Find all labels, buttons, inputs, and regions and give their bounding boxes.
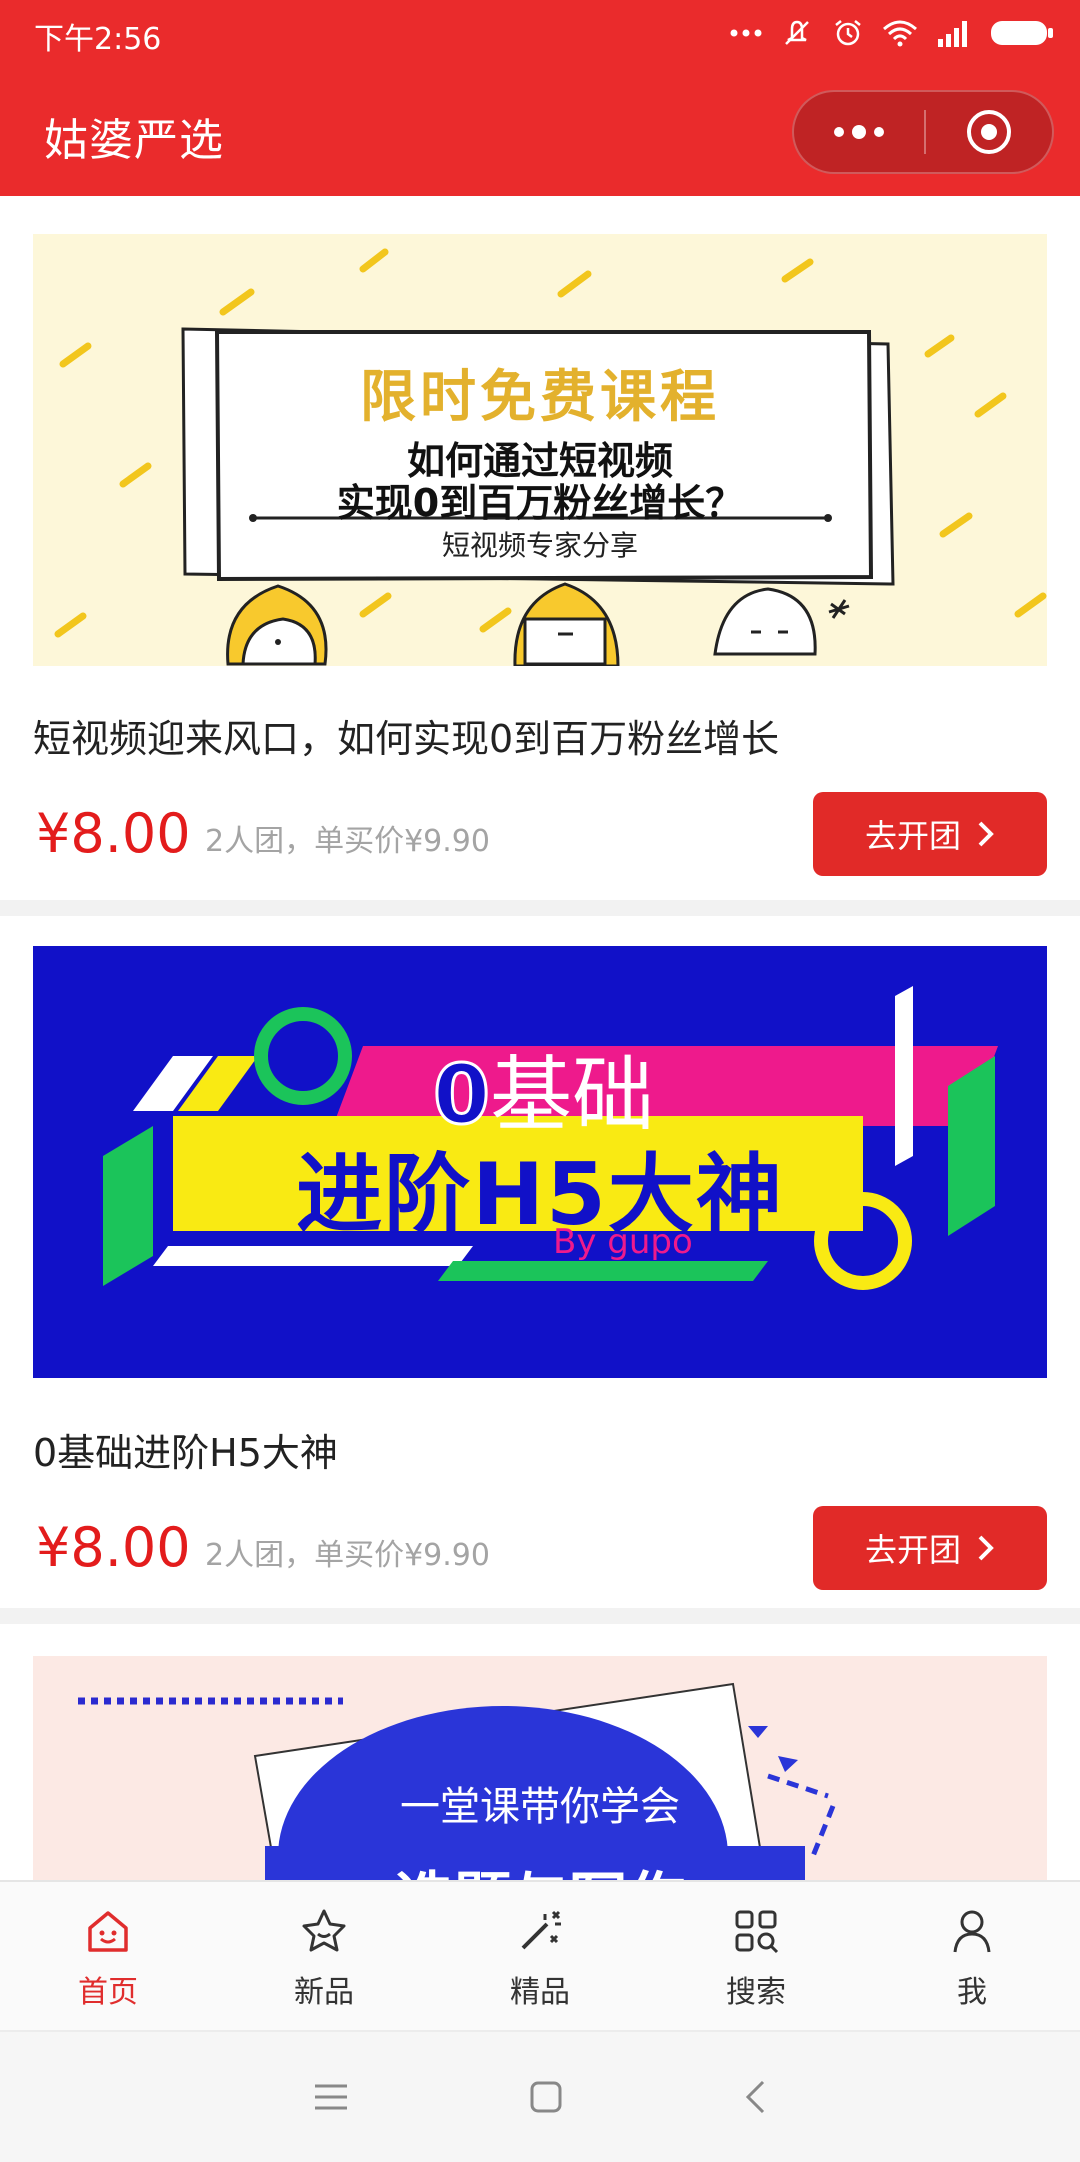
banner-illustration (78, 1682, 836, 1880)
tab-search[interactable]: 搜索 (648, 1882, 864, 2032)
tab-home[interactable]: 首页 (0, 1882, 216, 2032)
character-left (226, 584, 328, 666)
close-mini-program-button[interactable] (926, 92, 1052, 172)
tab-label: 搜索 (726, 1975, 786, 2010)
mini-program-capsule (792, 90, 1054, 174)
tab-new[interactable]: 新品 (216, 1882, 432, 2032)
tab-label: 精品 (510, 1975, 570, 2010)
character-right (713, 587, 850, 656)
product-banner[interactable]: 0基础 进阶H5大神 By gupo (33, 946, 1047, 1378)
product-list: 限时免费课程 如何通过短视频 实现0到百万粉丝增长？ 短视频专家分享 短视频迎来… (0, 196, 1080, 1880)
banner-caption: 短视频专家分享 (441, 529, 638, 562)
start-group-button[interactable]: 去开团 (813, 1506, 1047, 1590)
more-dots-icon (730, 28, 762, 38)
product-banner[interactable]: 限时免费课程 如何通过短视频 实现0到百万粉丝增长？ 短视频专家分享 (33, 234, 1047, 666)
product-card[interactable]: 限时免费课程 如何通过短视频 实现0到百万粉丝增长？ 短视频专家分享 短视频迎来… (0, 196, 1080, 900)
tab-featured[interactable]: 精品 (432, 1882, 648, 2032)
banner-main: 进阶H5大神 (296, 1145, 784, 1245)
menu-icon[interactable] (313, 2082, 349, 2112)
group-price: ¥8.00 (36, 1516, 191, 1579)
alarm-icon (832, 17, 864, 49)
tab-label: 首页 (78, 1975, 138, 2010)
home-square-icon[interactable] (529, 2080, 563, 2114)
search-grid-icon (728, 1903, 784, 1959)
banner-headline: 限时免费课程 (360, 365, 720, 430)
price-note: 2人团，单买价¥9.90 (205, 824, 490, 859)
banner-line2: 实现0到百万粉丝增长？ (336, 481, 744, 525)
battery-icon (990, 18, 1054, 48)
mute-icon (780, 16, 814, 50)
price-note: 2人团，单买价¥9.90 (205, 1538, 490, 1573)
target-close-icon (967, 110, 1011, 154)
signal-icon (936, 19, 972, 47)
system-navigation-bar (0, 2030, 1080, 2162)
user-icon (944, 1903, 1000, 1959)
button-label: 去开团 (864, 817, 961, 855)
chevron-right-icon (977, 820, 995, 848)
group-price: ¥8.00 (36, 802, 191, 865)
more-dots-icon (834, 125, 884, 139)
tab-label: 新品 (294, 1975, 354, 2010)
banner-by: By gupo (553, 1222, 693, 1262)
wifi-icon (882, 19, 918, 47)
bottom-tab-bar: 首页 新品 精品 搜索 我 (0, 1880, 1080, 2032)
more-options-button[interactable] (794, 92, 924, 172)
star-icon (296, 1903, 352, 1959)
magic-wand-icon (512, 1903, 568, 1959)
banner-line2: 选题与写作 (33, 1852, 1047, 1880)
character-middle (513, 582, 620, 666)
tab-me[interactable]: 我 (864, 1882, 1080, 2032)
product-title[interactable]: 短视频迎来风口，如何实现0到百万粉丝增长 (33, 708, 779, 763)
start-group-button[interactable]: 去开团 (813, 792, 1047, 876)
status-icons (730, 14, 1054, 52)
status-bar: 下午2:56 (0, 0, 1080, 66)
product-title[interactable]: 0基础进阶H5大神 (33, 1422, 338, 1477)
status-time: 下午2:56 (34, 22, 162, 57)
button-label: 去开团 (864, 1531, 961, 1569)
nav-bar: 姑婆严选 (0, 66, 1080, 196)
product-banner[interactable]: 一堂课带你学会 选题与写作 (33, 1656, 1047, 1880)
home-icon (80, 1903, 136, 1959)
banner-line1: 一堂课带你学会 (400, 1784, 680, 1830)
chevron-right-icon (977, 1534, 995, 1562)
tab-label: 我 (957, 1975, 987, 2010)
back-icon[interactable] (743, 2079, 767, 2115)
product-card[interactable]: 0基础 进阶H5大神 By gupo 0基础进阶H5大神 ¥8.00 2人团，单… (0, 916, 1080, 1608)
product-card[interactable]: 一堂课带你学会 选题与写作 (0, 1624, 1080, 1880)
top-bar: 下午2:56 姑婆严选 (0, 0, 1080, 196)
page-title: 姑婆严选 (44, 115, 224, 166)
